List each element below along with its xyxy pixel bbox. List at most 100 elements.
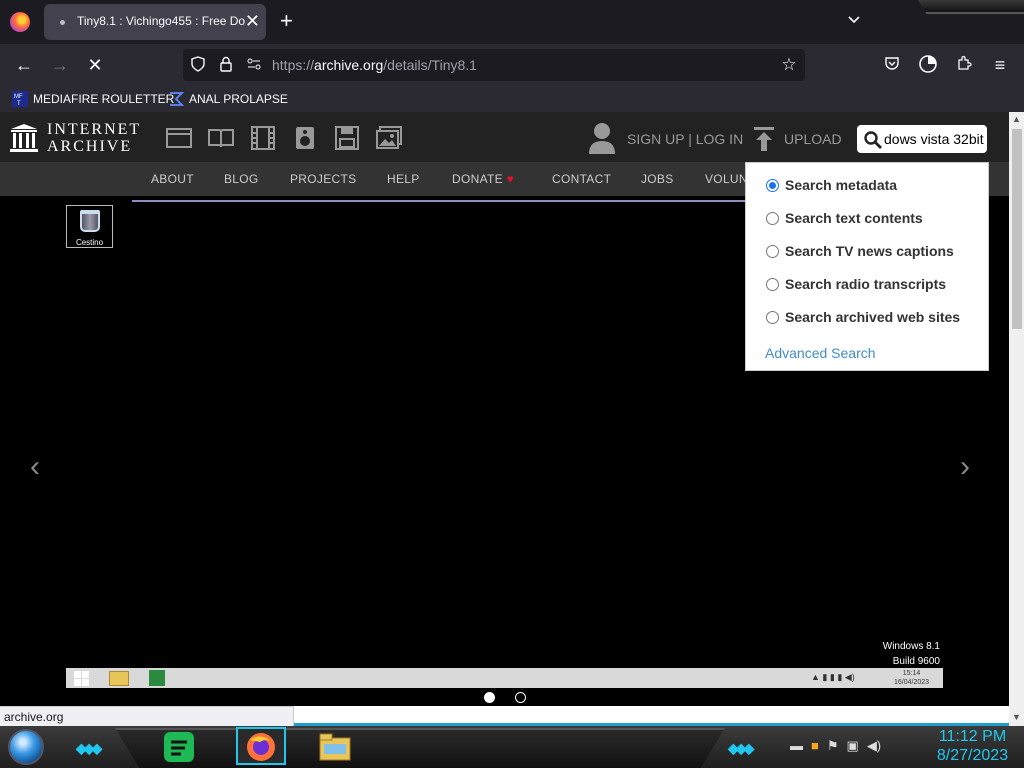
- start-orb-icon[interactable]: [8, 729, 44, 765]
- nav-jobs[interactable]: JOBS: [641, 172, 674, 186]
- system-tray: ▬ ■ ⚑ ▣ ◀): [790, 738, 881, 754]
- pocket-icon[interactable]: [880, 54, 904, 76]
- search-option-metadata[interactable]: Search metadata: [766, 176, 897, 194]
- tab-strip: Tiny8.1 : Vichingo455 : Free Do ✕ +: [0, 0, 1024, 44]
- option-label: Search radio transcripts: [785, 276, 947, 292]
- audio-icon[interactable]: [292, 126, 318, 150]
- advanced-search-link[interactable]: Advanced Search: [765, 345, 876, 361]
- network-icon[interactable]: ▣: [847, 738, 859, 754]
- preview-time: 15:14: [902, 670, 921, 677]
- search-box[interactable]: [857, 125, 987, 153]
- recycle-bin-desktop-icon: Cestino: [66, 205, 113, 248]
- carousel-dot[interactable]: [515, 692, 526, 703]
- url-bar[interactable]: https://archive.org/details/Tiny8.1 ☆: [183, 49, 805, 81]
- url-text[interactable]: https://archive.org/details/Tiny8.1: [272, 57, 477, 73]
- list-all-tabs-icon[interactable]: [846, 12, 862, 28]
- store-icon: [149, 670, 165, 686]
- extensions-puzzle-icon[interactable]: [952, 54, 976, 76]
- windows-taskbar: ◆◆◆ ◆◆◆ ▬ ■ ⚑ ▣ ◀) 11:12 PM 8/27/2023: [0, 726, 1024, 768]
- user-avatar-icon[interactable]: [588, 122, 616, 154]
- nav-projects[interactable]: PROJECTS: [290, 172, 356, 186]
- tab-close-icon[interactable]: ✕: [245, 11, 260, 31]
- search-option-radio[interactable]: Search radio transcripts: [766, 275, 946, 293]
- radio[interactable]: [766, 310, 779, 324]
- overflow-icon[interactable]: ▬: [790, 738, 803, 754]
- tab-tiny81[interactable]: Tiny8.1 : Vichingo455 : Free Do ✕: [44, 4, 266, 40]
- option-label: Search archived web sites: [785, 309, 961, 325]
- forward-icon[interactable]: →: [48, 54, 72, 76]
- scroll-down-icon[interactable]: ▼: [1012, 712, 1021, 722]
- radio-checked[interactable]: [766, 178, 779, 192]
- scrollbar-thumb[interactable]: [1012, 129, 1022, 329]
- signup-login-link[interactable]: SIGN UP | LOG IN: [627, 131, 743, 147]
- hamburger-menu-icon[interactable]: ≡: [988, 54, 1012, 76]
- navigation-toolbar: ← → ✕ https://archive.org/details/Tiny8.…: [0, 44, 1024, 86]
- windows-logo-icon: [74, 671, 89, 686]
- svg-text:MF: MF: [14, 94, 23, 100]
- action-center-flag-icon[interactable]: ⚑: [827, 738, 839, 754]
- carousel-dot-active[interactable]: [484, 692, 495, 703]
- video-icon[interactable]: [250, 126, 276, 150]
- nav-donate[interactable]: DONATE ♥: [452, 172, 514, 186]
- nav-about[interactable]: ABOUT: [151, 172, 194, 186]
- page-scrollbar[interactable]: ▲ ▼: [1009, 112, 1024, 726]
- bookmark-mediafire-rouletter[interactable]: MF T MEDIAFIRE ROULETTER: [12, 90, 174, 108]
- carousel-prev-icon[interactable]: ‹: [30, 452, 40, 482]
- app-tray-icon[interactable]: ■: [811, 738, 819, 754]
- search-option-web[interactable]: Search archived web sites: [766, 308, 960, 326]
- taskbar-clock[interactable]: 11:12 PM 8/27/2023: [930, 727, 1015, 765]
- logo-line-2: ARCHIVE: [47, 138, 133, 155]
- upload-icon: [754, 127, 774, 151]
- tracking-protection-icon[interactable]: [189, 56, 207, 74]
- archive-building-icon: [10, 124, 38, 152]
- lock-icon[interactable]: [217, 56, 235, 74]
- os-name: Windows 8.1: [882, 641, 940, 652]
- windows-watermark: Windows 8.1 Build 9600: [883, 639, 940, 669]
- search-option-tv[interactable]: Search TV news captions: [766, 242, 954, 260]
- extension-circle-icon[interactable]: [916, 54, 940, 76]
- svg-text:T: T: [17, 101, 21, 107]
- new-tab-button[interactable]: +: [280, 8, 293, 34]
- preview-tray-icons: ▲ ▮ ▮ ▮ ◀): [811, 672, 855, 682]
- search-input[interactable]: [884, 129, 984, 149]
- back-icon[interactable]: ←: [12, 54, 36, 76]
- radio[interactable]: [766, 211, 779, 225]
- recycle-bin-icon: [80, 210, 100, 232]
- radio[interactable]: [766, 277, 779, 291]
- bookmark-star-icon[interactable]: ☆: [780, 56, 798, 74]
- nav-volunteer[interactable]: VOLUN: [705, 172, 748, 186]
- preview-taskbar: ▲ ▮ ▮ ▮ ◀) 15:14 16/04/2023: [66, 668, 943, 688]
- bookmark-anal-prolapse[interactable]: ANAL PROLAPSE: [168, 90, 288, 108]
- search-option-text[interactable]: Search text contents: [766, 209, 923, 227]
- permissions-icon[interactable]: [245, 56, 263, 74]
- nav-contact[interactable]: CONTACT: [552, 172, 611, 186]
- texts-icon[interactable]: [208, 126, 234, 150]
- file-explorer-taskbar-icon[interactable]: [318, 730, 352, 764]
- upload-label: UPLOAD: [784, 131, 842, 147]
- preview-clock: 15:14 16/04/2023: [894, 669, 929, 687]
- os-build: Build 9600: [892, 656, 940, 667]
- radio[interactable]: [766, 244, 779, 258]
- volume-icon[interactable]: ◀): [867, 738, 881, 754]
- scroll-up-icon[interactable]: ▲: [1012, 114, 1021, 124]
- nav-blog[interactable]: BLOG: [224, 172, 259, 186]
- stop-loading-icon[interactable]: ✕: [83, 54, 107, 76]
- web-icon[interactable]: [166, 126, 192, 150]
- firefox-taskbar-icon[interactable]: [244, 730, 278, 764]
- option-label: Search text contents: [785, 210, 923, 226]
- internet-archive-logo[interactable]: INTERNET ARCHIVE: [10, 121, 150, 155]
- nav-help[interactable]: HELP: [387, 172, 420, 186]
- link-status-tooltip: archive.org: [0, 706, 294, 726]
- heart-icon: ♥: [506, 172, 514, 186]
- software-icon[interactable]: [334, 126, 360, 150]
- option-label: Search metadata: [785, 177, 898, 193]
- spotify-icon[interactable]: [162, 730, 196, 764]
- firefox-icon[interactable]: [10, 12, 30, 32]
- images-icon[interactable]: [376, 126, 402, 150]
- search-icon[interactable]: [864, 131, 882, 149]
- carousel-next-icon[interactable]: ›: [960, 452, 970, 482]
- window-frame-decoration: [918, 0, 1024, 14]
- bookmarks-toolbar: MF T MEDIAFIRE ROULETTER ANAL PROLAPSE: [0, 86, 1024, 112]
- upload-button[interactable]: UPLOAD: [754, 127, 842, 151]
- clock-time: 11:12 PM: [938, 728, 1007, 745]
